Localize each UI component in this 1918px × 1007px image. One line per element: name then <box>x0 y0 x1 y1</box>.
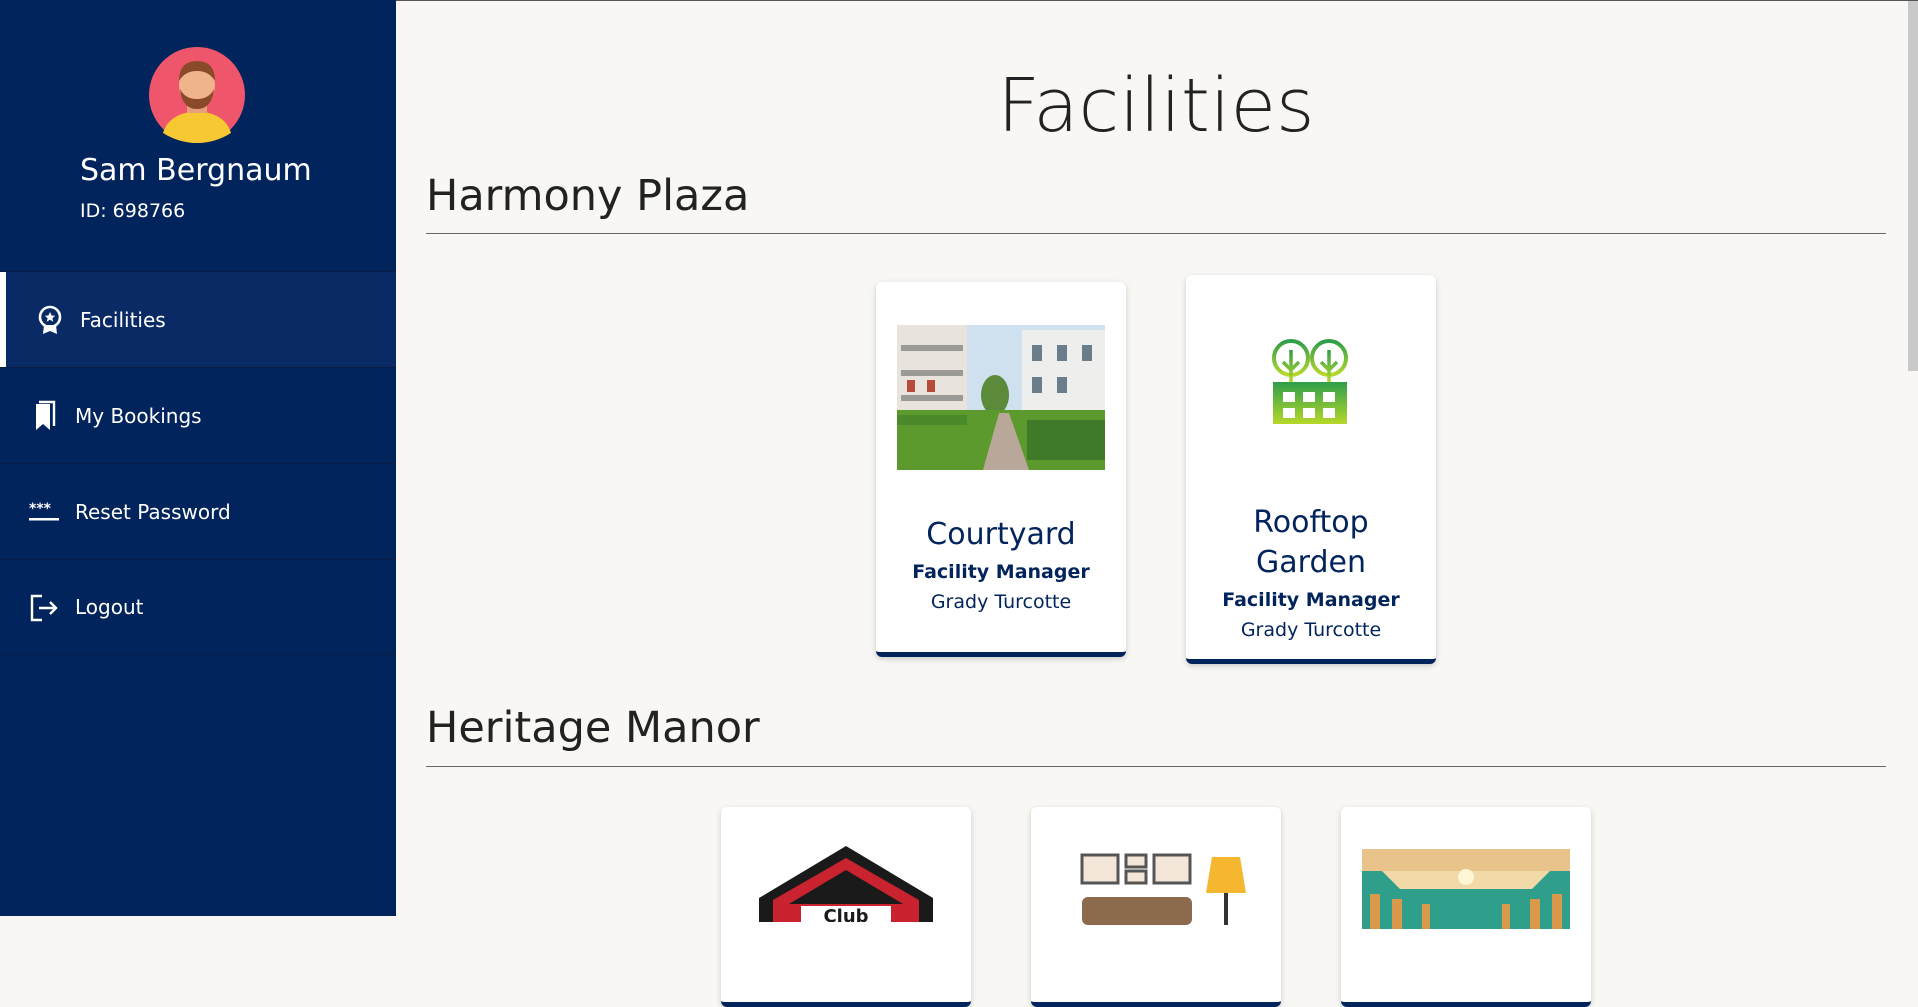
courtyard-photo <box>897 325 1105 470</box>
rooftop-garden-icon <box>1272 339 1348 424</box>
scrollbar-thumb[interactable] <box>1908 1 1918 371</box>
nav-item-facilities[interactable]: Facilities <box>0 271 396 367</box>
facility-card-rooftop-garden[interactable]: Rooftop Garden Facility Manager Grady Tu… <box>1186 275 1436 664</box>
facility-name: Rooftop Garden <box>1253 505 1369 580</box>
nav-label-bookings: My Bookings <box>75 403 202 428</box>
password-icon: *** <box>29 501 59 521</box>
facility-card-courtyard[interactable]: Courtyard Facility Manager Grady Turcott… <box>876 282 1126 657</box>
user-id: ID: 698766 <box>80 200 186 222</box>
bookmarks-icon <box>36 400 56 430</box>
nav-label-reset-password: Reset Password <box>75 499 231 524</box>
sidebar: Sam Bergnaum ID: 698766 Facilities My Bo… <box>0 0 396 916</box>
nav-item-reset-password[interactable]: *** Reset Password <box>0 463 396 559</box>
nav-item-logout[interactable]: Logout <box>0 559 396 655</box>
nav-item-bookings[interactable]: My Bookings <box>0 367 396 463</box>
facility-manager-label: Facility Manager <box>912 561 1090 583</box>
facility-manager-name: Grady Turcotte <box>930 591 1072 613</box>
hall-photo <box>1362 849 1570 929</box>
section-title-heritage-manor: Heritage Manor <box>426 703 760 753</box>
section-title-harmony-plaza: Harmony Plaza <box>426 171 750 221</box>
user-profile: Sam Bergnaum ID: 698766 <box>0 0 396 271</box>
lounge-room-icon <box>1080 853 1246 925</box>
facility-manager-label: Facility Manager <box>1222 589 1400 611</box>
main-content: Facilities Harmony Plaza Courtyard Facil… <box>396 0 1918 1007</box>
sidebar-nav: Facilities My Bookings *** Reset Passwor… <box>0 271 396 655</box>
svg-text:***: *** <box>29 501 52 517</box>
nav-label-facilities: Facilities <box>80 307 166 332</box>
logout-icon <box>30 594 58 622</box>
club-logo-icon: Club <box>759 846 933 922</box>
user-name: Sam Bergnaum <box>80 153 312 188</box>
facility-name: Courtyard <box>926 517 1076 552</box>
facility-manager-name: Grady Turcotte <box>1240 619 1382 641</box>
nav-label-logout: Logout <box>75 595 144 619</box>
section-divider <box>426 766 1886 767</box>
section-divider <box>426 233 1886 234</box>
avatar-icon <box>149 47 245 143</box>
facility-card-hall[interactable] <box>1341 807 1591 1007</box>
award-badge-icon <box>38 305 62 334</box>
club-logo-text: Club <box>823 906 868 922</box>
page-title: Facilities <box>997 63 1315 149</box>
facility-card-club[interactable]: Club <box>721 807 971 1007</box>
facility-card-lounge[interactable] <box>1031 807 1281 1007</box>
